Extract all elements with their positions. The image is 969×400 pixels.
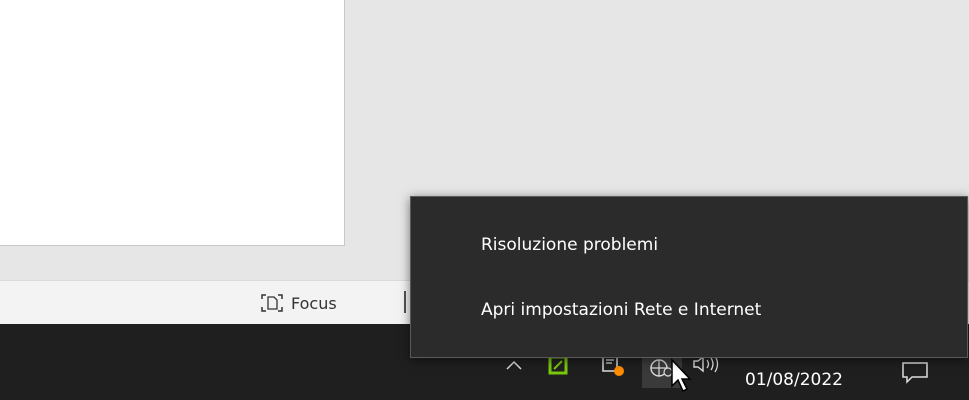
- menu-item-label: Risoluzione problemi: [481, 235, 659, 255]
- clock-date[interactable]: 01/08/2022: [745, 370, 843, 390]
- focus-icon: [259, 292, 285, 314]
- focus-button[interactable]: Focus: [259, 291, 337, 315]
- network-context-menu: Risoluzione problemi Apri impostazioni R…: [410, 196, 968, 358]
- focus-label: Focus: [291, 293, 337, 313]
- document-page[interactable]: [0, 0, 345, 246]
- menu-item-open-network-settings[interactable]: Apri impostazioni Rete e Internet: [411, 286, 967, 334]
- mouse-cursor-icon: [670, 358, 694, 394]
- notification-icon[interactable]: [900, 360, 930, 386]
- menu-item-label: Apri impostazioni Rete e Internet: [481, 300, 762, 320]
- menu-item-troubleshoot[interactable]: Risoluzione problemi: [411, 221, 967, 269]
